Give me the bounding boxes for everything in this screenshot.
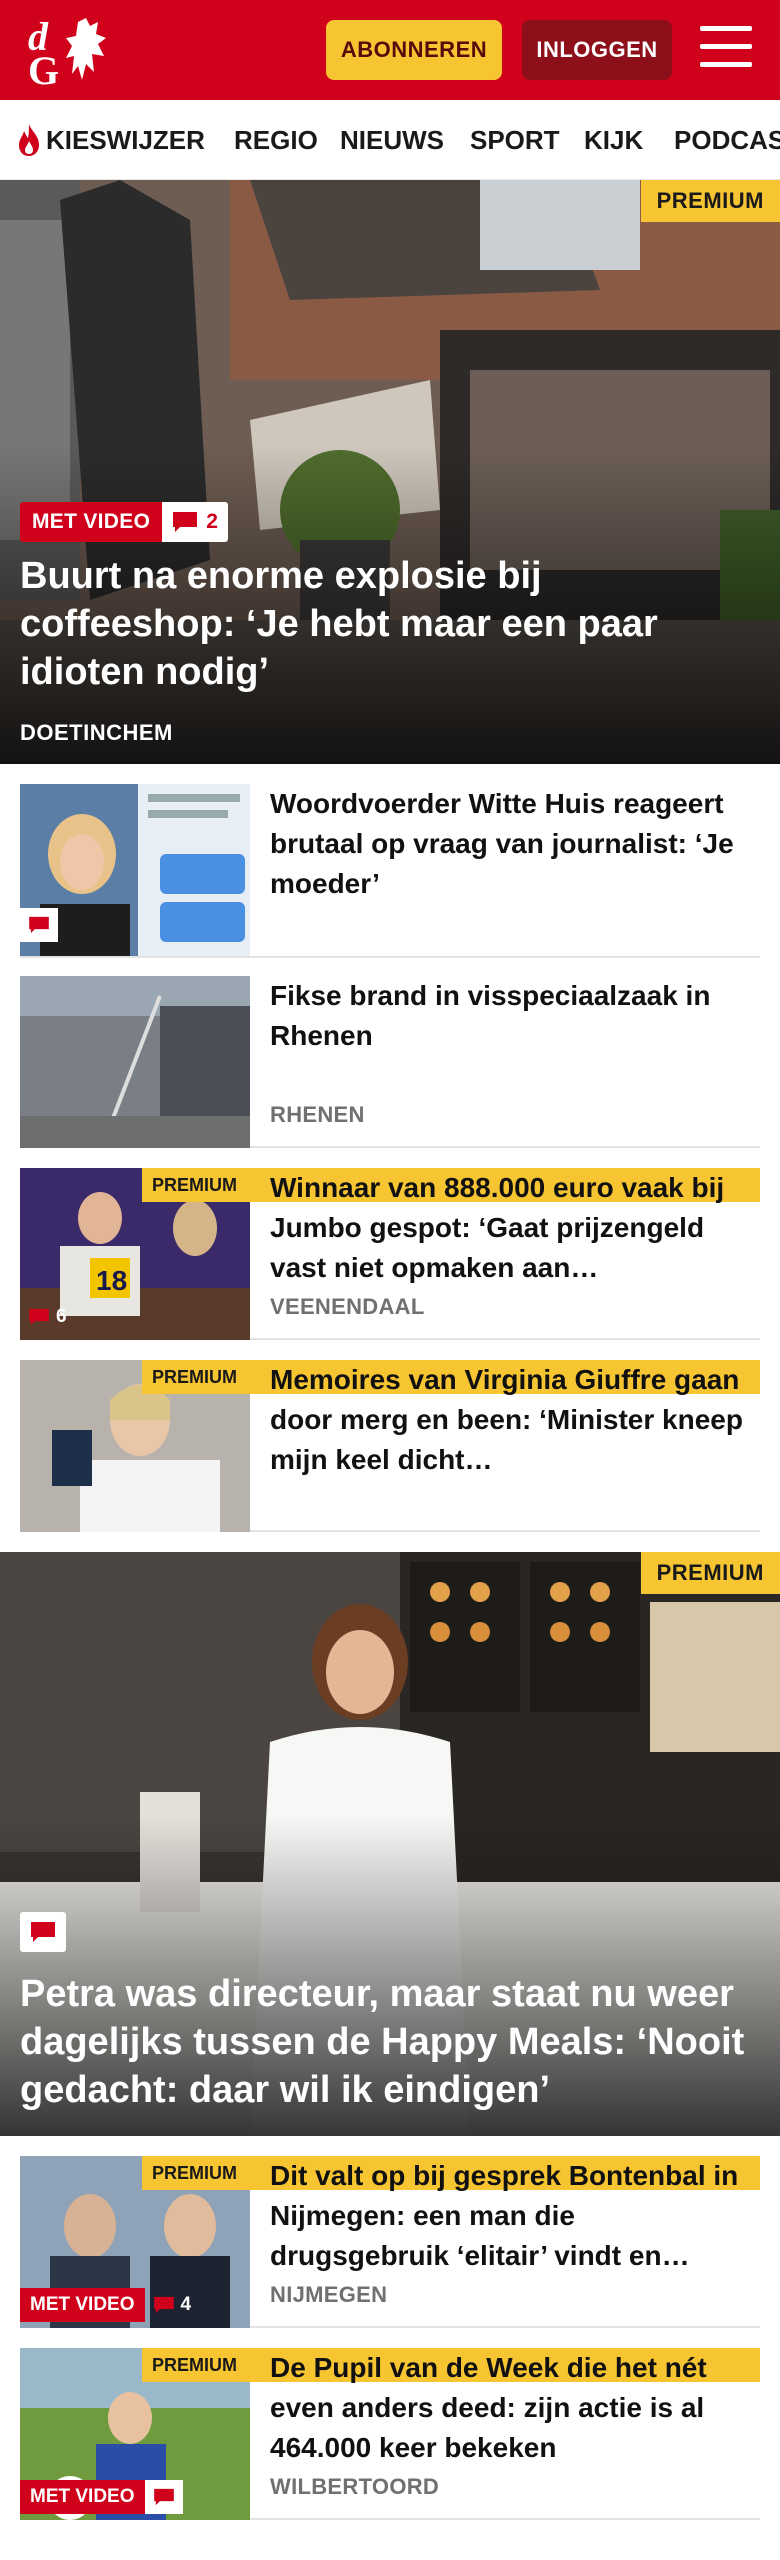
article-title[interactable]: Memoires van Virginia Giuffre gaan door … <box>270 1360 750 1480</box>
list-item[interactable]: Fikse brand in visspeciaalzaak in Rhenen… <box>20 976 760 1148</box>
top-bar: d G ABONNEREN INLOGGEN <box>0 0 780 100</box>
hero-article-explosion[interactable]: PREMIUM MET VIDEO 2 Buurt na enorme expl… <box>0 180 780 764</box>
nav-label: KIJK <box>584 124 644 155</box>
premium-badge: PREMIUM <box>640 1552 780 1594</box>
comment-badge <box>144 2480 183 2514</box>
hero-headline[interactable]: Buurt na enorme explosie bij coffeeshop:… <box>20 552 760 696</box>
comment-count-badge: 2 <box>162 502 228 542</box>
hero-article-happy-meals[interactable]: PREMIUM Petra was directeur, maar staat … <box>0 1552 780 2136</box>
list-item[interactable]: PREMIUM MET VIDEO De Pupil van de Week d… <box>20 2348 760 2520</box>
nav-item-sport[interactable]: SPORT <box>470 100 560 179</box>
comment-bubble-icon <box>153 2296 174 2314</box>
login-button[interactable]: INLOGGEN <box>522 20 672 80</box>
video-badge: MET VIDEO <box>20 2288 145 2322</box>
thumb-badges: MET VIDEO <box>20 2480 183 2514</box>
comment-badge <box>20 908 58 942</box>
list-item[interactable]: Woordvoerder Witte Huis reageert brutaal… <box>20 784 760 958</box>
article-location: VEENENDAAL <box>270 1294 425 1319</box>
premium-badge: PREMIUM <box>640 180 780 222</box>
nav-item-kijk[interactable]: KIJK <box>584 100 644 179</box>
section-nav: KIESWIJZER REGIO NIEUWS SPORT KIJK PODCA… <box>0 100 780 180</box>
list-item[interactable]: PREMIUM Memoires van Virginia Giuffre ga… <box>20 1360 760 1532</box>
article-title[interactable]: Winnaar van 888.000 euro vaak bij Jumbo … <box>270 1168 750 1288</box>
subscribe-button[interactable]: ABONNEREN <box>326 20 502 80</box>
article-location: WILBERTOORD <box>270 2474 440 2499</box>
comment-bubble-icon <box>29 916 49 934</box>
video-badge: MET VIDEO <box>20 2480 145 2514</box>
nav-item-kieswijzer[interactable]: KIESWIJZER <box>16 100 205 179</box>
video-badge: MET VIDEO <box>20 502 163 542</box>
hero-badges <box>20 1912 66 1952</box>
nav-label: NIEUWS <box>340 124 444 155</box>
nav-item-nieuws[interactable]: NIEUWS <box>340 100 444 179</box>
comment-badge: 6 <box>20 1300 75 1334</box>
comment-count: 6 <box>56 1306 67 1327</box>
hero-headline[interactable]: Petra was directeur, maar staat nu weer … <box>20 1970 760 2114</box>
hero-badges: MET VIDEO 2 <box>20 502 228 542</box>
hero-location: DOETINCHEM <box>20 720 173 745</box>
list-item[interactable]: 18 PREMIUM 6 Winnaar van 888.000 euro va… <box>20 1168 760 1340</box>
comment-count: 4 <box>180 2294 192 2315</box>
nav-label: KIESWIJZER <box>46 124 205 155</box>
article-title[interactable]: De Pupil van de Week die het nét even an… <box>270 2348 750 2468</box>
nav-label: PODCAS <box>674 124 780 155</box>
article-title[interactable]: Dit valt op bij gesprek Bontenbal in Nij… <box>270 2156 750 2276</box>
comment-badge <box>20 1912 66 1952</box>
article-location: RHENEN <box>270 1102 365 1127</box>
list-item[interactable]: PREMIUM MET VIDEO 4 Dit valt op bij gesp… <box>20 2156 760 2328</box>
comment-bubble-icon <box>31 1922 55 1942</box>
comment-bubble-icon <box>29 1308 49 1326</box>
thumb-badges: MET VIDEO 4 <box>20 2288 199 2322</box>
svg-text:G: G <box>28 48 59 88</box>
dg-logo[interactable]: d G <box>26 14 116 88</box>
article-title[interactable]: Fikse brand in visspeciaalzaak in Rhenen <box>270 976 750 1056</box>
comment-bubble-icon <box>173 512 198 532</box>
nav-label: REGIO <box>234 124 318 155</box>
thumb-badges: 6 <box>20 1300 75 1334</box>
nav-label: SPORT <box>470 124 560 155</box>
comment-badge: 4 <box>145 2288 200 2322</box>
flame-icon <box>19 124 39 156</box>
thumb-badges <box>20 908 58 942</box>
hamburger-menu-icon[interactable] <box>700 26 752 72</box>
nav-item-podcast[interactable]: PODCAS <box>674 100 780 179</box>
article-location: NIJMEGEN <box>270 2282 388 2307</box>
svg-text:18: 18 <box>96 1265 127 1296</box>
article-thumbnail <box>20 976 250 1148</box>
comment-bubble-icon <box>153 2488 174 2506</box>
article-title[interactable]: Woordvoerder Witte Huis reageert brutaal… <box>270 784 750 904</box>
comment-count: 2 <box>206 510 218 533</box>
nav-item-regio[interactable]: REGIO <box>234 100 318 179</box>
